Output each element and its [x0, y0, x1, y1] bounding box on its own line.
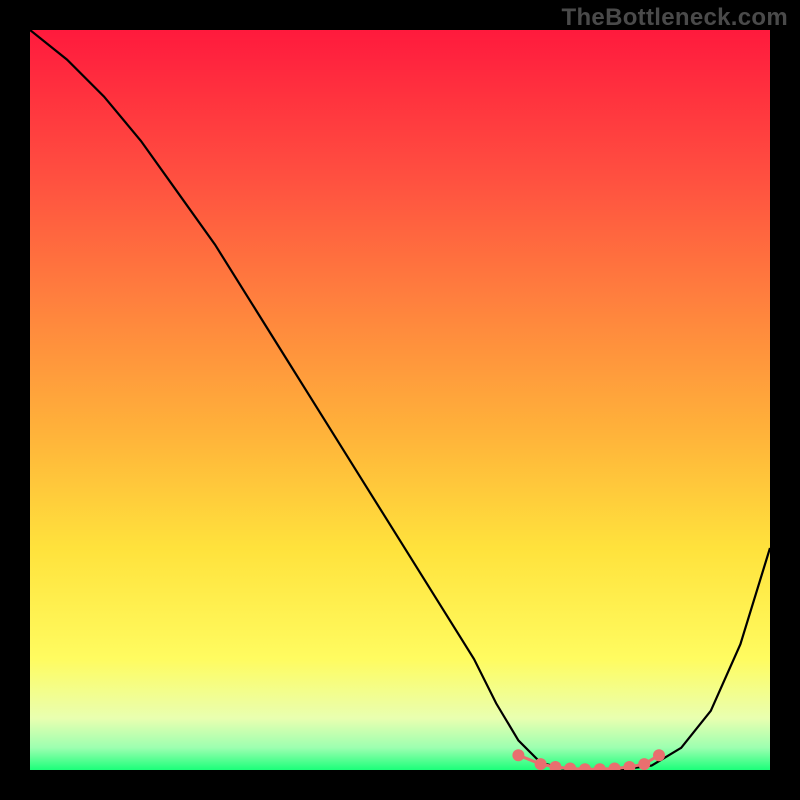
watermark-text: TheBottleneck.com	[562, 4, 788, 32]
marker-dot	[653, 749, 665, 761]
marker-dot	[512, 749, 524, 761]
chart-frame: TheBottleneck.com	[0, 0, 800, 800]
marker-dot	[535, 758, 547, 770]
bottleneck-chart	[30, 30, 770, 770]
marker-dot	[638, 758, 650, 770]
